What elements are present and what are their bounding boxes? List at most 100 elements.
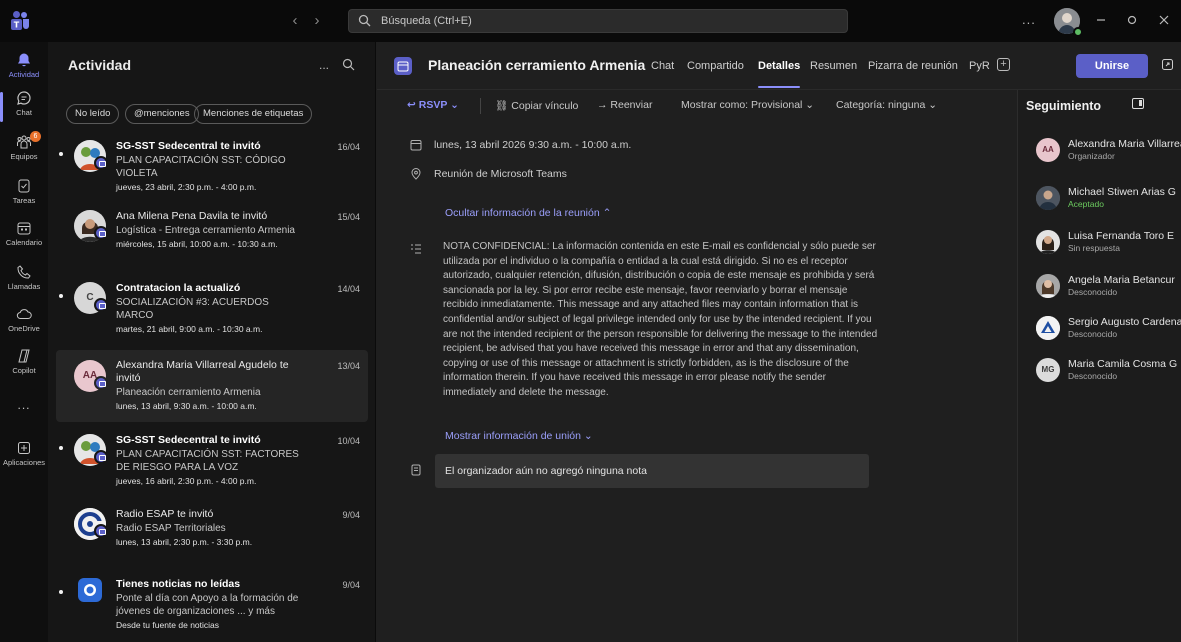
add-tab-icon[interactable]: + (997, 58, 1010, 71)
attendee-item[interactable]: Sergio Augusto Cardenas Desconocido (1036, 316, 1181, 346)
rail-item-apps[interactable]: Aplicaciones (0, 440, 48, 467)
notes-icon (410, 464, 422, 476)
popout-icon[interactable] (1161, 58, 1174, 71)
calendar-badge-icon (94, 376, 108, 390)
rail-item-onedrive[interactable]: OneDrive (0, 306, 48, 333)
meeting-title: Planeación cerramiento Armenia (428, 57, 646, 73)
hide-meeting-info-link[interactable]: Ocultar información de la reunión ⌃ (445, 207, 611, 219)
avatar (1036, 274, 1060, 298)
notes-box[interactable]: El organizador aún no agregó ninguna not… (435, 454, 869, 488)
forward-arrow-icon[interactable]: › (308, 12, 326, 30)
location-icon (410, 168, 422, 180)
attendee-item[interactable]: Michael Stiwen Arias G Aceptado (1036, 186, 1181, 216)
chevron-down-icon: ⌄ (583, 430, 593, 442)
activity-time: lunes, 13 abril, 9:30 a.m. - 10:00 a.m. (116, 401, 257, 411)
tab-summary[interactable]: Resumen (810, 60, 857, 72)
app-rail: Actividad Chat 6 Equipos Tareas Calendar… (0, 42, 48, 642)
rail-item-chat[interactable]: Chat (0, 90, 48, 117)
forward-button[interactable]: → Reenviar (597, 99, 652, 111)
tasks-icon (0, 178, 48, 194)
chevron-up-icon: ⌃ (602, 207, 612, 219)
settings-more-button[interactable]: ... (1022, 12, 1036, 27)
category-label: Categoría: ninguna (836, 99, 926, 111)
rail-item-activity[interactable]: Actividad (0, 52, 48, 79)
activity-item[interactable]: Radio ESAP te invitó Radio ESAP Territor… (56, 502, 368, 560)
join-button[interactable]: Unirse (1076, 54, 1148, 78)
category-dropdown[interactable]: Categoría: ninguna ⌄ (836, 99, 937, 111)
filter-tag-mentions[interactable]: Menciones de etiquetas (194, 104, 313, 124)
rail-label: Calendario (5, 238, 43, 247)
activity-search-icon[interactable] (342, 58, 355, 71)
rail-more-button[interactable]: ... (0, 398, 48, 412)
tab-qa[interactable]: PyR (969, 60, 990, 72)
activity-sender: SG-SST Sedecentral te invitó (116, 434, 261, 446)
copy-link-button[interactable]: ⛓ Copiar vínculo (495, 99, 578, 112)
rail-item-tasks[interactable]: Tareas (0, 178, 48, 205)
activity-item[interactable]: SG-SST Sedecentral te invitó PLAN CAPACI… (56, 428, 368, 494)
hide-info-label: Ocultar información de la reunión (445, 207, 600, 219)
attendee-status: Desconocido (1068, 329, 1118, 339)
search-input[interactable]: Búsqueda (Ctrl+E) (348, 9, 848, 33)
rail-item-copilot[interactable]: Copilot (0, 348, 48, 375)
back-arrow-icon[interactable]: ‹ (286, 12, 304, 30)
activity-sender: Ana Milena Pena Davila te invitó (116, 210, 268, 222)
attendee-status: Aceptado (1068, 199, 1104, 209)
activity-subject: Planeación cerramiento Armenia (116, 387, 261, 398)
activity-item-selected[interactable]: AA Alexandra Maria Villarreal Agudelo te… (56, 350, 368, 422)
activity-pane: Actividad ... No leído @menciones Mencio… (48, 42, 376, 642)
activity-item[interactable]: Tienes noticias no leídas Ponte al día c… (56, 572, 368, 638)
rsvp-label: RSVP (418, 99, 448, 111)
activity-more-button[interactable]: ... (319, 58, 329, 72)
add-apps-icon (0, 440, 48, 456)
rail-label: Actividad (8, 70, 40, 79)
activity-subject: PLAN CAPACITACIÓN SST: CÓDIGO VIOLETA (116, 155, 286, 179)
rail-item-teams[interactable]: Equipos (0, 134, 48, 161)
filter-unread[interactable]: No leído (66, 104, 120, 124)
activity-time: jueves, 23 abril, 2:30 p.m. - 4:00 p.m. (116, 182, 257, 192)
forward-label: Reenviar (610, 99, 653, 111)
rsvp-button[interactable]: ↩ RSVP ⌄ (407, 99, 459, 111)
activity-item[interactable]: Ana Milena Pena Davila te invitó Logísti… (56, 204, 368, 262)
close-icon[interactable] (1154, 10, 1174, 30)
attendee-item[interactable]: MG Maria Camila Cosma G Desconocido (1036, 358, 1181, 388)
show-as-dropdown[interactable]: Mostrar como: Provisional ⌄ (681, 99, 814, 111)
calendar-badge-icon (94, 298, 108, 312)
calendar-badge-icon (94, 226, 108, 240)
activity-time: miércoles, 15 abril, 10:00 a.m. - 10:30 … (116, 239, 278, 249)
rail-label: Aplicaciones (2, 458, 46, 467)
attendee-name: Michael Stiwen Arias G (1068, 186, 1176, 198)
meeting-calendar-icon (394, 57, 412, 75)
activity-item[interactable]: SG-SST Sedecentral te invitó PLAN CAPACI… (56, 134, 368, 192)
attendee-name: Sergio Augusto Cardenas (1068, 316, 1181, 328)
rail-item-calls[interactable]: Llamadas (0, 264, 48, 291)
unread-dot (59, 590, 63, 594)
restore-icon[interactable] (1122, 10, 1142, 30)
tab-chat[interactable]: Chat (651, 60, 674, 72)
meeting-location: Reunión de Microsoft Teams (434, 168, 567, 180)
show-join-label: Mostrar información de unión (445, 430, 581, 442)
attendee-status: Sin respuesta (1068, 243, 1120, 253)
chevron-down-icon: ⌄ (928, 99, 938, 111)
presence-available-icon (1073, 27, 1083, 37)
attendee-item[interactable]: Luisa Fernanda Toro E Sin respuesta (1036, 230, 1181, 260)
unread-dot (59, 152, 63, 156)
activity-item[interactable]: C Contratacion la actualizó SOCIALIZACIÓ… (56, 276, 368, 334)
toolbar-divider (480, 98, 481, 114)
show-join-info-link[interactable]: Mostrar información de unión ⌄ (445, 430, 593, 442)
bell-icon (0, 52, 48, 68)
tab-details[interactable]: Detalles (758, 60, 800, 72)
minimize-icon[interactable] (1091, 10, 1111, 30)
tab-whiteboard[interactable]: Pizarra de reunión (868, 60, 958, 72)
calendar-icon (0, 220, 48, 236)
filter-mentions[interactable]: @menciones (125, 104, 199, 124)
tab-shared[interactable]: Compartido (687, 60, 744, 72)
attendee-item[interactable]: AA Alexandra Maria Villarreal Agudelo Or… (1036, 138, 1181, 168)
panel-toggle-icon[interactable] (1132, 98, 1144, 109)
rail-item-calendar[interactable]: Calendario (0, 220, 48, 247)
description-icon (410, 243, 422, 255)
attendee-item[interactable]: Angela Maria Betancur Desconocido (1036, 274, 1181, 304)
activity-date: 15/04 (337, 212, 360, 222)
attendee-name: Angela Maria Betancur (1068, 274, 1175, 286)
calendar-icon (410, 139, 422, 151)
calendar-badge-icon (94, 450, 108, 464)
